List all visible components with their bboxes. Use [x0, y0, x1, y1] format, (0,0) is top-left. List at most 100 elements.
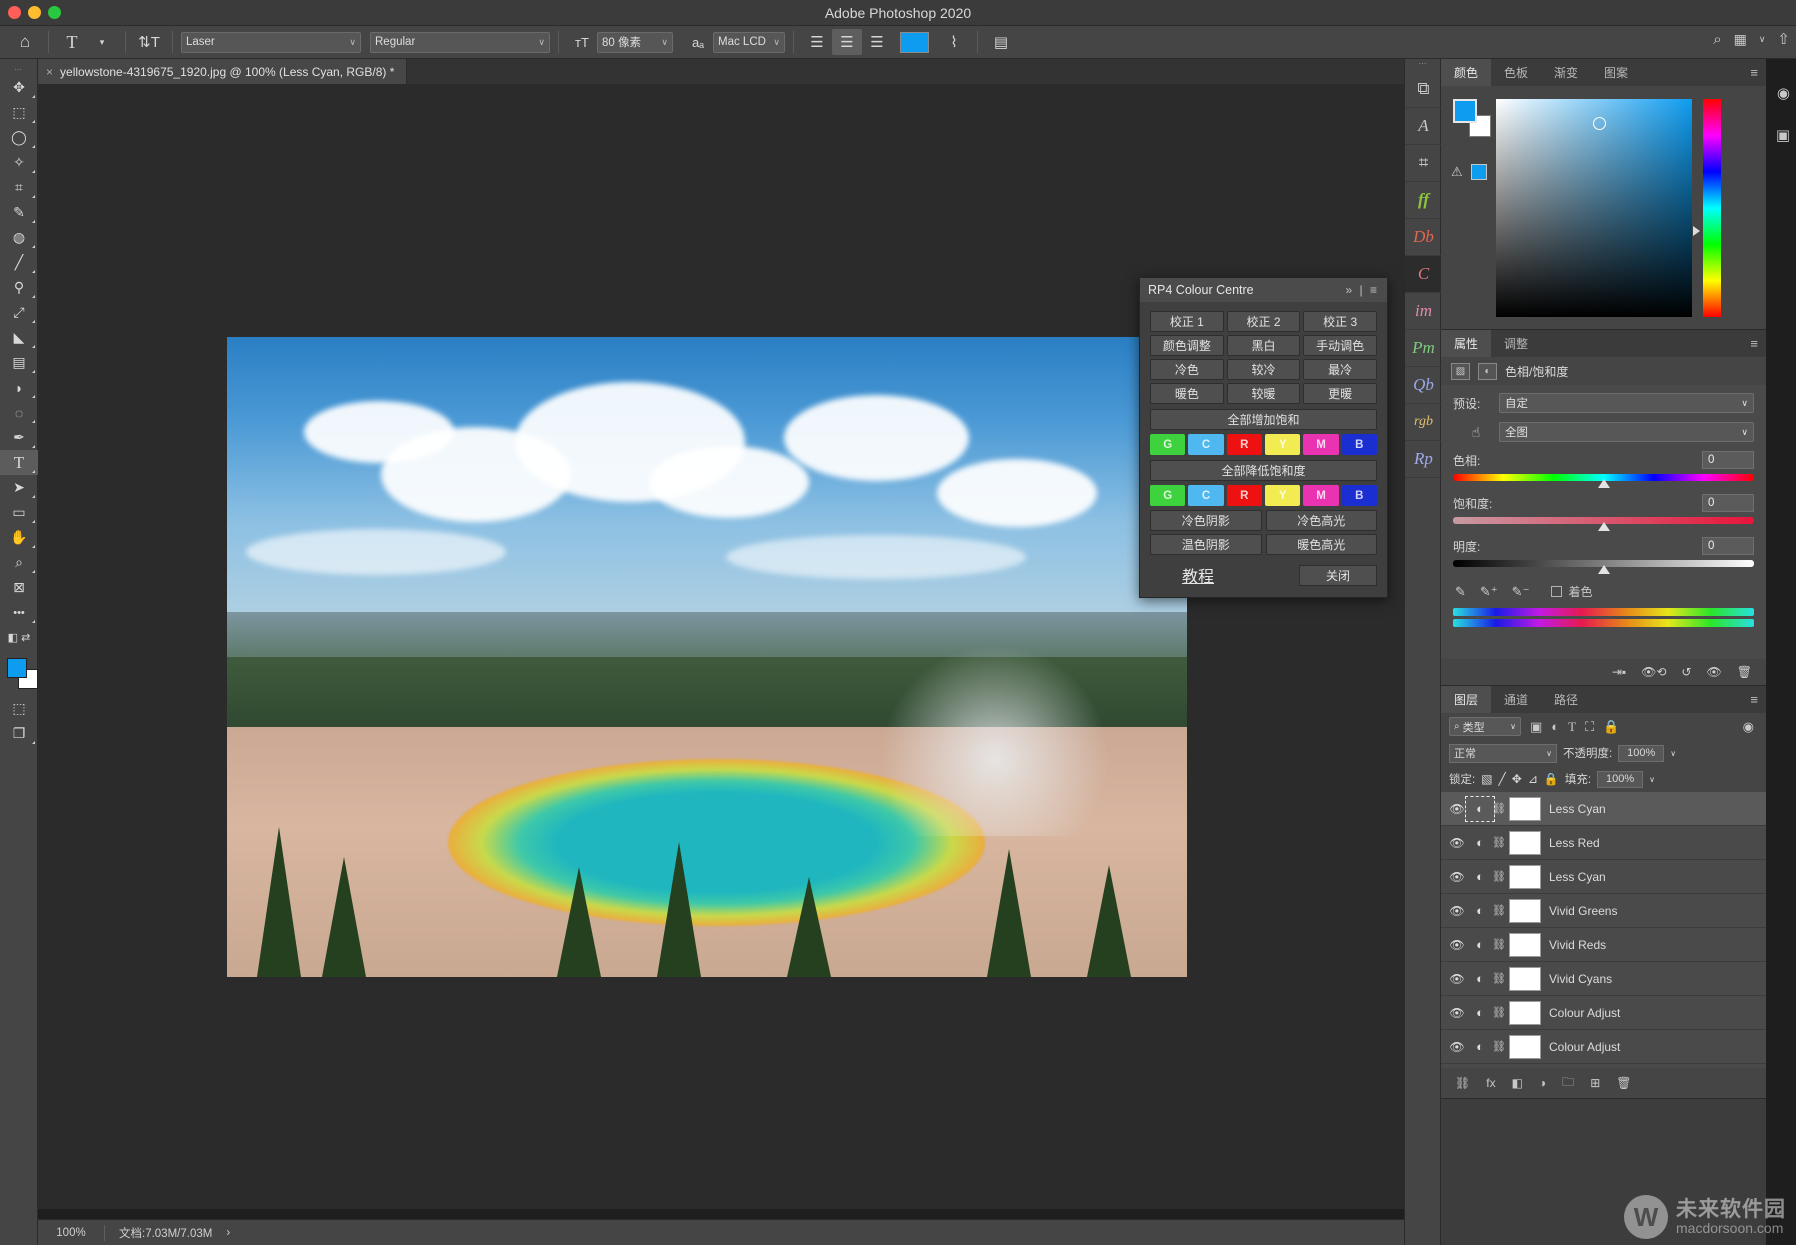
filter-smart-icon[interactable]: 🔒: [1603, 719, 1619, 735]
eyedropper-subtract-icon[interactable]: ✎⁻: [1512, 584, 1530, 600]
anti-alias-select[interactable]: Mac LCD ∨: [713, 31, 785, 53]
table-row[interactable]: 👁 ◐ ⛓ Colour Adjust: [1441, 996, 1766, 1030]
blur-tool[interactable]: ◗: [0, 375, 38, 400]
link-icon[interactable]: ⛓: [1491, 836, 1507, 849]
gamut-warning-icon[interactable]: ⚠: [1451, 164, 1463, 180]
link-icon[interactable]: ⛓: [1491, 972, 1507, 985]
color-field-cursor[interactable]: [1593, 117, 1606, 130]
filter-image-icon[interactable]: ▣: [1530, 719, 1542, 735]
hue-value[interactable]: 0: [1702, 451, 1754, 469]
adjustment-thumbnail[interactable]: ◐: [1469, 1037, 1491, 1057]
range-select[interactable]: 全图 ∨: [1499, 422, 1754, 442]
tab-swatches[interactable]: 色板: [1491, 59, 1541, 86]
colorize-checkbox[interactable]: 着色: [1551, 583, 1592, 600]
clone-stamp-tool[interactable]: ⚲: [0, 275, 38, 300]
color-swatches[interactable]: [0, 654, 38, 696]
rp4-saturate-yellow[interactable]: Y: [1264, 434, 1301, 455]
chevron-down-icon[interactable]: ∨: [1759, 34, 1766, 45]
tab-gradients[interactable]: 渐变: [1541, 59, 1591, 86]
character-panel-icon[interactable]: ▤: [986, 29, 1016, 55]
layer-style-icon[interactable]: fx: [1486, 1076, 1495, 1090]
tab-layers[interactable]: 图层: [1441, 686, 1492, 713]
chevron-down-icon[interactable]: ∨: [1649, 775, 1655, 784]
pen-tool[interactable]: ✒: [0, 425, 38, 450]
document-tab[interactable]: × yellowstone-4319675_1920.jpg @ 100% (L…: [38, 59, 408, 84]
adjustment-thumbnail[interactable]: ◐: [1469, 901, 1491, 921]
share-icon[interactable]: ⇧: [1777, 30, 1790, 48]
panel-menu-icon[interactable]: ≡: [1370, 283, 1379, 297]
on-image-adjust-icon[interactable]: ☝: [1453, 424, 1499, 441]
healing-brush-tool[interactable]: ◍: [0, 225, 38, 250]
default-colors-icon[interactable]: ◧ ⇄: [0, 625, 38, 650]
move-tool[interactable]: ✥: [0, 75, 38, 100]
blend-mode-select[interactable]: 正常 ∨: [1449, 743, 1557, 763]
layer-mask-thumbnail[interactable]: [1509, 1034, 1541, 1059]
align-center-icon[interactable]: ☰: [832, 29, 862, 55]
hand-tool[interactable]: ✋: [0, 525, 38, 550]
eyedropper-icon[interactable]: ✎: [1455, 584, 1466, 600]
adjustment-layer-icon[interactable]: ◑: [1539, 1076, 1546, 1090]
saturation-value[interactable]: 0: [1702, 494, 1754, 512]
link-icon[interactable]: ⛓: [1491, 1040, 1507, 1053]
dodge-tool[interactable]: ◌: [0, 400, 38, 425]
rail-item-panel[interactable]: ⧉: [1405, 71, 1442, 108]
layer-mask-thumbnail[interactable]: [1509, 898, 1541, 923]
delete-layer-icon[interactable]: 🗑: [1616, 1076, 1631, 1090]
checkbox-box[interactable]: [1551, 586, 1563, 597]
rp4-saturate-red[interactable]: R: [1226, 434, 1262, 455]
rp4-desaturate-red[interactable]: R: [1226, 485, 1262, 506]
filter-type-select[interactable]: ⌕ 类型 ∨: [1449, 717, 1521, 736]
clip-to-layer-icon[interactable]: ⇥▪: [1612, 665, 1626, 679]
layer-mask-thumbnail[interactable]: [1509, 796, 1541, 821]
eyedropper-tool[interactable]: ✎: [0, 200, 38, 225]
eraser-tool[interactable]: ◣: [0, 325, 38, 350]
rp4-cool-highlights-button[interactable]: 冷色高光: [1265, 510, 1377, 531]
saturation-knob[interactable]: [1597, 522, 1610, 531]
layer-visibility-icon[interactable]: 👁: [1445, 904, 1469, 918]
table-row[interactable]: 👁 ◐ ⛓ Vivid Reds: [1441, 928, 1766, 962]
layer-mask-thumbnail[interactable]: [1509, 830, 1541, 855]
rp4-cool-button[interactable]: 冷色: [1150, 359, 1224, 380]
collapse-icon[interactable]: »: [1346, 283, 1355, 297]
layer-mask-icon[interactable]: ◧: [1512, 1076, 1523, 1090]
marquee-tool[interactable]: ⬚: [0, 100, 38, 125]
table-row[interactable]: 👁 ◐ ⛓ Less Cyan: [1441, 860, 1766, 894]
rail-item-c[interactable]: C: [1405, 256, 1442, 293]
hue-slider[interactable]: [1453, 471, 1754, 488]
link-icon[interactable]: ⛓: [1491, 938, 1507, 951]
panel-menu-icon[interactable]: ≡: [1750, 65, 1758, 80]
zoom-level[interactable]: 100%: [38, 1227, 104, 1239]
layers-rail-icon[interactable]: ▣: [1776, 126, 1790, 144]
rail-item-ff[interactable]: ff: [1405, 182, 1442, 219]
reset-icon[interactable]: ↺: [1681, 665, 1691, 679]
adjustment-thumbnail[interactable]: ◐: [1469, 935, 1491, 955]
rp4-warmest-button[interactable]: 更暖: [1303, 383, 1377, 404]
eyedropper-add-icon[interactable]: ✎⁺: [1480, 584, 1498, 600]
lasso-tool[interactable]: ◯: [0, 125, 38, 150]
table-row[interactable]: 👁 ◐ ⛓ Less Cyan: [1441, 792, 1766, 826]
rp4-black-white-button[interactable]: 黑白: [1226, 335, 1301, 356]
color-field[interactable]: [1496, 99, 1692, 317]
delete-icon[interactable]: 🗑: [1737, 665, 1752, 679]
previous-state-icon[interactable]: 👁⟲: [1641, 665, 1666, 679]
preset-select[interactable]: 自定 ∨: [1499, 393, 1754, 413]
rp4-manual-colour-button[interactable]: 手动调色: [1303, 335, 1377, 356]
adjustment-thumbnail[interactable]: ◐: [1469, 969, 1491, 989]
lock-artboard-icon[interactable]: ⊿: [1528, 772, 1538, 786]
rp4-desaturate-cyan[interactable]: C: [1188, 485, 1224, 506]
rp4-coolest-button[interactable]: 最冷: [1303, 359, 1377, 380]
text-orientation-icon[interactable]: ⇅T: [134, 29, 164, 55]
filter-toggle-icon[interactable]: ◉: [1743, 719, 1754, 735]
lightness-knob[interactable]: [1597, 565, 1610, 574]
rp4-title-bar[interactable]: RP4 Colour Centre » | ≡: [1140, 278, 1387, 302]
hue-knob[interactable]: [1597, 479, 1610, 488]
adjustment-thumbnail[interactable]: ◐: [1469, 867, 1491, 887]
web-safe-color-swatch[interactable]: [1471, 164, 1487, 180]
link-icon[interactable]: ⛓: [1491, 870, 1507, 883]
layer-visibility-icon[interactable]: 👁: [1445, 938, 1469, 952]
rail-item-pm[interactable]: Pm: [1405, 330, 1442, 367]
rail-item-rgb[interactable]: rgb: [1405, 404, 1442, 441]
rp4-saturate-cyan[interactable]: C: [1188, 434, 1224, 455]
rp4-warm-shadows-button[interactable]: 温色阴影: [1150, 534, 1262, 555]
text-color-swatch[interactable]: [900, 31, 929, 53]
